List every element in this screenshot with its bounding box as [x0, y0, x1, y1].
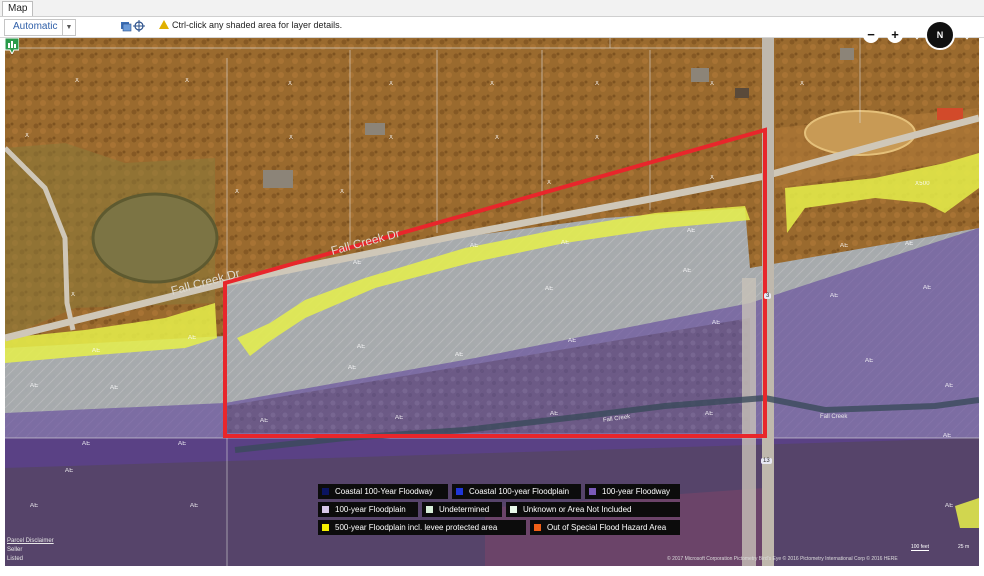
zone-label-ae: AE [110, 385, 119, 391]
zone-label-ae: AE [905, 241, 914, 247]
zone-label-ae: AE [348, 365, 357, 371]
legend-swatch [426, 506, 433, 513]
legend-item: 100-year Floodway [585, 484, 680, 499]
chevron-down-icon[interactable]: ▼ [62, 20, 75, 35]
zone-label-ae: AE [923, 285, 932, 291]
zone-label-x: X [595, 135, 600, 141]
legend-swatch [456, 488, 463, 495]
zone-label-x: X [490, 81, 495, 87]
hint-text: Ctrl-click any shaded area for layer det… [172, 20, 343, 30]
map-mode-value: Automatic [13, 21, 58, 32]
legend-swatch [589, 488, 596, 495]
zone-label-ae: AE [945, 503, 954, 509]
flood-zone-legend: Coastal 100-Year Floodway Coastal 100-ye… [318, 484, 680, 536]
zone-label-x: X [389, 81, 394, 87]
legend-swatch [510, 506, 517, 513]
zone-label-x: X [289, 135, 294, 141]
legend-item: 500-year Floodplain incl. levee protecte… [318, 520, 526, 535]
zone-label-ae: AE [178, 441, 187, 447]
scale-bar-feet: 100 feet [911, 544, 930, 551]
legend-swatch [322, 488, 329, 495]
legend-item: Coastal 100-Year Floodway [318, 484, 448, 499]
zone-label-ae: AE [188, 335, 197, 341]
map-mode-dropdown[interactable]: Automatic ▼ [4, 19, 76, 36]
legend-swatch [322, 506, 329, 513]
locate-icon[interactable] [133, 20, 145, 32]
zone-label-x: X [71, 292, 76, 298]
zone-label-ae: AE [353, 260, 362, 266]
layers-icon[interactable] [120, 20, 132, 32]
zone-label-ae: AE [545, 286, 554, 292]
zone-label-ae: AE [470, 243, 479, 249]
zone-label-ae: AE [92, 348, 101, 354]
zoom-out-button[interactable]: − [863, 27, 879, 43]
zone-label-ae: AE [705, 411, 714, 417]
zone-label-x: X [185, 78, 190, 84]
zone-label-x: X [340, 189, 345, 195]
zone-label-ae: AE [550, 411, 559, 417]
zone-label-x: X [710, 175, 715, 181]
map-toolbar: Automatic ▼ Ctrl-click any shaded area f… [0, 17, 984, 38]
zone-label-ae: AE [65, 468, 74, 474]
window-tab-bar: Map [0, 0, 984, 17]
property-marker-icon[interactable] [5, 38, 19, 54]
legend-item: Out of Special Flood Hazard Area [530, 520, 680, 535]
zone-label-ae: AE [30, 383, 39, 389]
compass-button[interactable]: N [925, 20, 955, 50]
zone-label-ae: AE [190, 503, 199, 509]
zone-label-ae: AE [561, 240, 570, 246]
zone-label-ae: AE [943, 433, 952, 439]
route-shield-1: 3 [764, 293, 772, 299]
zone-label-x: X [710, 81, 715, 87]
zone-label-ae: AE [260, 418, 269, 424]
zone-label-ae: AE [687, 228, 696, 234]
parcel-disclaimer-link[interactable]: Parcel Disclaimer [7, 538, 54, 544]
zone-label-ae: AE [568, 338, 577, 344]
tab-map[interactable]: Map [2, 1, 34, 16]
rotate-right-arrow-icon[interactable]: ↓ [961, 27, 973, 43]
route-shield-2: 13 [761, 458, 772, 464]
creek-label-2: Fall Creek [820, 414, 848, 420]
zone-label-ae: AE [830, 293, 839, 299]
zone-label-ae: AE [455, 352, 464, 358]
zone-label-ae: AE [357, 344, 366, 350]
compass-north-label: N [936, 30, 944, 40]
zone-label-x: X [389, 135, 394, 141]
legend-item: Coastal 100-year Floodplain [452, 484, 581, 499]
legend-swatch [322, 524, 329, 531]
zone-label-ae: AE [945, 383, 954, 389]
zone-label-x: X [595, 81, 600, 87]
barn [937, 108, 963, 120]
zone-label-x: X [288, 81, 293, 87]
zone-label-x500: X500 [915, 181, 930, 187]
legend-item: Unknown or Area Not Included [506, 502, 680, 517]
zone-label-x: X [495, 135, 500, 141]
hint-message: Ctrl-click any shaded area for layer det… [159, 20, 342, 30]
seller-label: Seller [7, 547, 23, 553]
rotate-left-arrow-icon[interactable]: ↓ [911, 27, 923, 43]
zone-label-x: X [547, 180, 552, 186]
zone-label-ae: AE [30, 503, 39, 509]
warning-icon [159, 20, 169, 29]
zone-label-x: X [235, 189, 240, 195]
zone-label-ae: AE [395, 415, 404, 421]
legend-item: 100-year Floodplain [318, 502, 418, 517]
zone-label-ae: AE [712, 320, 721, 326]
zone-label-ae: AE [865, 358, 874, 364]
zone-label-x: X [25, 133, 30, 139]
listed-label: Listed [7, 556, 24, 562]
zoom-in-button[interactable]: + [887, 27, 903, 43]
zone-label-ae: AE [82, 441, 91, 447]
scale-bar-meters: 25 m [958, 544, 970, 550]
house [263, 170, 293, 188]
legend-item: Undetermined [422, 502, 502, 517]
legend-swatch [534, 524, 541, 531]
zone-label-x: X [75, 78, 80, 84]
zone-label-ae: AE [683, 268, 692, 274]
map-copyright: © 2017 Microsoft Corporation Pictometry … [667, 556, 898, 562]
zone-label-x: X [800, 81, 805, 87]
zone-label-ae: AE [840, 243, 849, 249]
pond [91, 192, 219, 284]
